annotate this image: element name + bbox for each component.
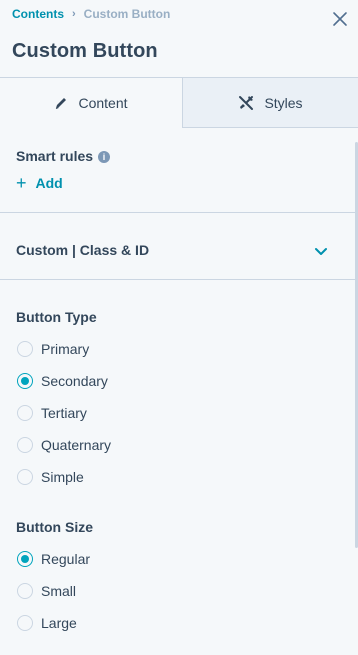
tab-bar: Content Styles	[0, 78, 358, 128]
smart-rules-label: Smart rules	[16, 148, 94, 164]
radio-label: Small	[41, 583, 77, 599]
tab-content-label: Content	[78, 95, 128, 111]
breadcrumb-separator-icon: ›	[72, 8, 76, 20]
tab-styles-label: Styles	[264, 94, 303, 111]
add-smart-rule-button[interactable]: + Add	[16, 173, 63, 193]
button-size-label: Button Size	[16, 519, 93, 535]
chevron-down-icon	[314, 244, 328, 262]
tab-styles[interactable]: Styles	[183, 78, 358, 128]
radio-button[interactable]	[17, 469, 33, 485]
info-icon[interactable]: i	[98, 151, 111, 163]
radio-label: Large	[41, 615, 77, 631]
radio-quaternary[interactable]: Quaternary	[17, 437, 111, 453]
add-label: Add	[35, 175, 63, 191]
accordion-label: Custom | Class & ID	[16, 242, 150, 258]
breadcrumb-current: Custom Button	[83, 7, 171, 21]
radio-label: Simple	[41, 469, 84, 485]
close-button[interactable]	[331, 10, 349, 28]
breadcrumb: Contents › Custom Button	[12, 7, 170, 21]
radio-regular[interactable]: Regular	[17, 551, 90, 567]
radio-label: Secondary	[41, 373, 108, 389]
radio-large[interactable]: Large	[17, 615, 77, 631]
divider	[0, 279, 356, 280]
radio-label: Primary	[41, 341, 90, 357]
radio-label: Tertiary	[41, 405, 87, 421]
radio-button[interactable]	[17, 615, 33, 631]
radio-button[interactable]	[17, 437, 33, 453]
styles-icon	[238, 95, 254, 111]
pencil-icon	[54, 96, 68, 110]
radio-button[interactable]	[17, 341, 33, 357]
radio-tertiary[interactable]: Tertiary	[17, 405, 87, 421]
custom-class-id-accordion[interactable]: Custom | Class & ID	[0, 213, 356, 279]
button-type-label: Button Type	[16, 309, 97, 325]
radio-label: Quaternary	[41, 437, 112, 453]
radio-button[interactable]	[17, 373, 33, 389]
radio-button[interactable]	[17, 583, 33, 599]
radio-small[interactable]: Small	[17, 583, 76, 599]
close-icon	[333, 12, 347, 26]
radio-button[interactable]	[17, 405, 33, 421]
content-panel: Smart rules i + Add Custom | Class & ID B…	[0, 128, 356, 655]
smart-rules-heading: Smart rules i	[16, 148, 111, 164]
breadcrumb-contents-link[interactable]: Contents	[12, 7, 64, 21]
radio-primary[interactable]: Primary	[17, 341, 89, 357]
radio-button[interactable]	[17, 551, 33, 567]
radio-secondary[interactable]: Secondary	[17, 373, 108, 389]
radio-label: Regular	[41, 551, 91, 567]
tab-content[interactable]: Content	[0, 78, 183, 128]
panel-header: Contents › Custom Button Custom Button	[0, 0, 358, 78]
radio-simple[interactable]: Simple	[17, 469, 84, 485]
plus-icon: +	[16, 173, 27, 193]
page-title: Custom Button	[12, 40, 158, 62]
